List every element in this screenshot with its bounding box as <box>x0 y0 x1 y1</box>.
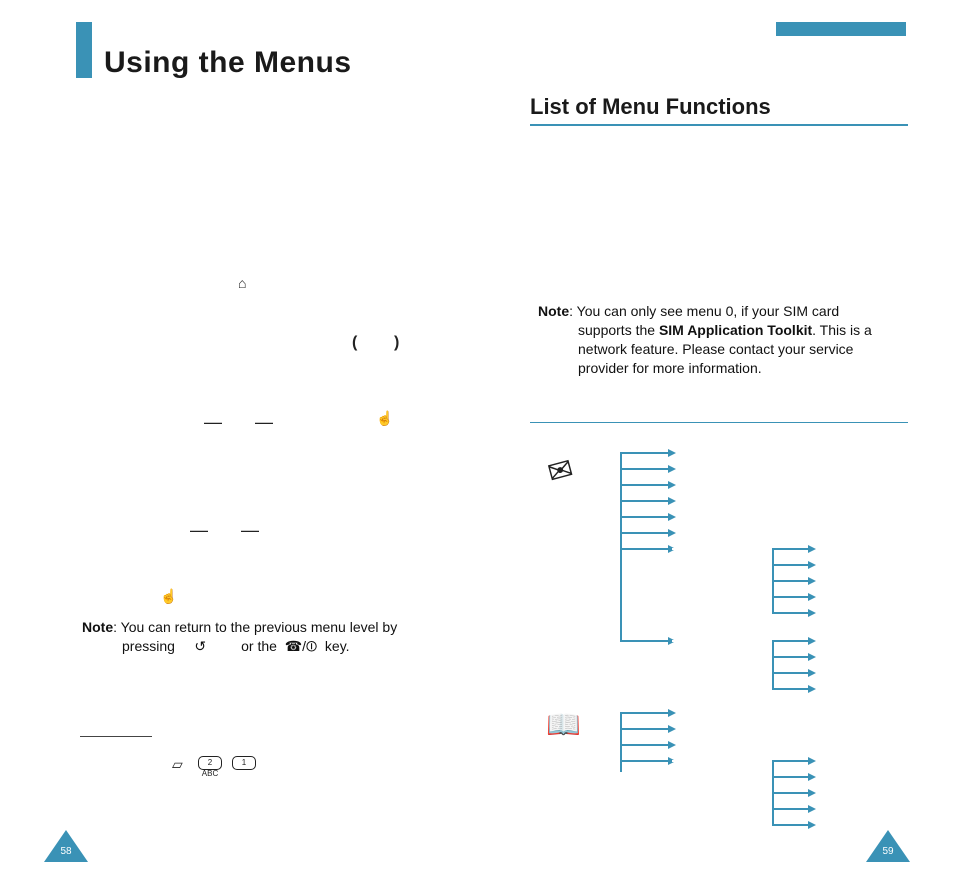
key-1: 1 <box>232 756 256 770</box>
hand-icon: ☝ <box>376 410 393 427</box>
page-number-left-text: 58 <box>54 846 78 857</box>
footnote-rule <box>80 736 152 737</box>
accent-bar-top-right <box>776 22 906 36</box>
page-spread: Using the Menus List of Menu Functions ⌂… <box>0 0 954 874</box>
envelope-icon: ✉ <box>544 451 577 491</box>
menu-tree-diagram: ✉ 📖 <box>540 444 910 844</box>
page-number-right-text: 59 <box>876 846 900 857</box>
page-number-right: 59 <box>866 830 910 862</box>
note-right-line3: network feature. Please contact your ser… <box>538 340 898 359</box>
tree-top-rule <box>530 422 908 423</box>
hand-icon-2: ☝ <box>160 588 177 605</box>
note-right-line4: provider for more information. <box>538 359 898 378</box>
note-left-line1: : You can return to the previous menu le… <box>113 619 397 635</box>
note-left-line2: pressing ↺ or the ☎/⏼ key. <box>82 637 462 656</box>
paren-open: ( <box>352 334 357 352</box>
dash-pair-1: — — <box>204 412 287 433</box>
phone-power-icon: ☎/⏼ <box>285 638 317 654</box>
note-left-line2a: pressing <box>122 638 175 654</box>
key-2: 2 ABC <box>198 756 222 770</box>
dash-pair-2: — — <box>190 520 273 541</box>
note-right: Note: You can only see menu 0, if your S… <box>538 302 898 378</box>
page-number-left: 58 <box>44 830 88 862</box>
note-right-line2b: . This is a <box>812 322 872 338</box>
tree-vline <box>620 452 622 642</box>
page-title: Using the Menus <box>104 46 352 80</box>
note-label: Note <box>82 619 113 635</box>
note-left-line2c: key. <box>325 638 350 654</box>
note-left-line2b: or the <box>241 638 277 654</box>
note-left: Note: You can return to the previous men… <box>82 618 462 656</box>
phonebook-icon: 📖 <box>546 708 581 741</box>
note-right-bold: SIM Application Toolkit <box>659 322 812 338</box>
note-right-line1: : You can only see menu 0, if your SIM c… <box>569 303 839 319</box>
home-icon: ⌂ <box>238 275 246 291</box>
note-right-line2: supports the SIM Application Toolkit. Th… <box>538 321 898 340</box>
note-label-r: Note <box>538 303 569 319</box>
paren-close: ) <box>394 334 399 352</box>
section-underline <box>530 124 908 126</box>
back-icon: ↺ <box>194 638 206 654</box>
section-heading: List of Menu Functions <box>530 94 771 120</box>
note-right-line2a: supports the <box>578 322 659 338</box>
accent-bar-top-left <box>76 22 92 78</box>
soft-key-icon: ▱ <box>172 756 183 773</box>
